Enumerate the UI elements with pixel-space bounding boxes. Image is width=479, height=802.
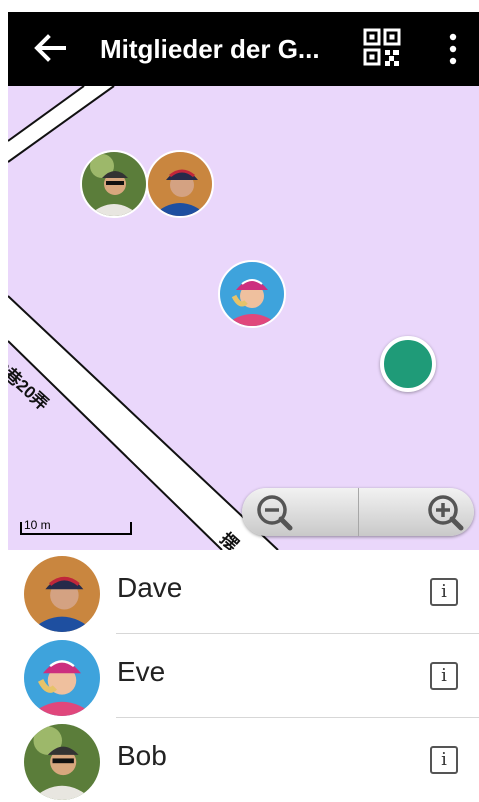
arrow-left-icon[interactable] — [30, 28, 70, 68]
avatar — [24, 556, 100, 632]
map-view[interactable]: 26巷20弄 摆 10 m — [8, 86, 479, 550]
avatar — [24, 640, 100, 716]
zoom-in-button[interactable] — [358, 488, 475, 536]
avatar — [24, 724, 100, 800]
member-list: Dave i Eve i Bob i — [8, 550, 479, 800]
member-name: Bob — [117, 740, 167, 771]
map-avatar-dave[interactable] — [146, 150, 214, 218]
qr-code-icon[interactable] — [363, 28, 401, 68]
zoom-out-icon — [257, 495, 293, 531]
app-bar: Mitglieder der G... — [8, 12, 479, 86]
list-item[interactable]: Eve i — [8, 634, 479, 718]
map-avatar-bob[interactable] — [80, 150, 148, 218]
zoom-control — [242, 488, 474, 536]
info-icon[interactable]: i — [430, 662, 458, 690]
member-name: Dave — [117, 572, 183, 603]
zoom-out-button[interactable] — [242, 488, 358, 536]
list-item[interactable]: Bob i — [8, 718, 479, 802]
info-icon[interactable]: i — [430, 746, 458, 774]
status-bar — [0, 0, 479, 12]
member-name: Eve — [117, 656, 166, 687]
list-item[interactable]: Dave i — [8, 550, 479, 634]
page-title: Mitglieder der G... — [100, 34, 320, 64]
my-location-dot — [380, 336, 436, 392]
zoom-in-icon — [428, 495, 464, 531]
map-avatar-eve[interactable] — [218, 260, 286, 328]
info-icon[interactable]: i — [430, 578, 458, 606]
more-vertical-icon[interactable] — [446, 32, 460, 66]
scale-label: 10 m — [24, 518, 51, 532]
